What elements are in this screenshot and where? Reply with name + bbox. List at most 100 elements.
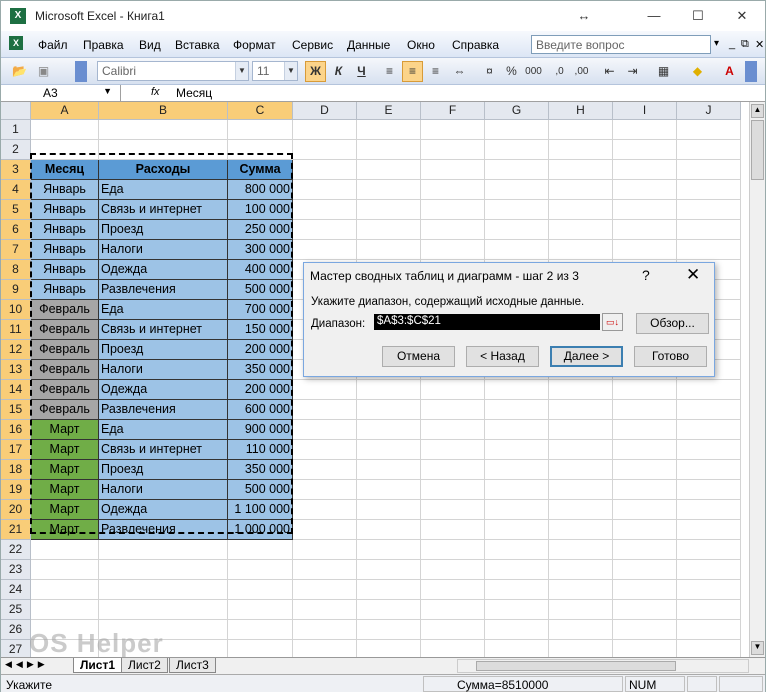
cell[interactable] [677,540,741,560]
row-header-19[interactable]: 19 [1,480,31,500]
cell[interactable] [613,200,677,220]
cell[interactable] [421,540,485,560]
cell[interactable] [485,220,549,240]
cell[interactable] [549,220,613,240]
cell[interactable] [677,440,741,460]
cell[interactable] [485,200,549,220]
cell[interactable] [357,640,421,657]
row-header-16[interactable]: 16 [1,420,31,440]
row-header-12[interactable]: 12 [1,340,31,360]
dialog-close-button[interactable]: ✕ [686,265,700,285]
table-cell[interactable]: Проезд [99,460,228,480]
cell[interactable] [228,640,293,657]
cell[interactable] [421,140,485,160]
cell[interactable] [421,380,485,400]
percent-icon[interactable]: % [501,61,522,82]
cell[interactable] [677,400,741,420]
cell[interactable] [421,460,485,480]
cell[interactable] [613,460,677,480]
cell[interactable] [677,160,741,180]
underline-button[interactable]: Ч [351,61,372,82]
cell[interactable] [421,240,485,260]
minimize-button[interactable]: — [639,6,669,26]
cell[interactable] [31,140,99,160]
cell[interactable] [549,160,613,180]
increase-indent-icon[interactable]: ⇥ [622,61,643,82]
cell[interactable] [421,640,485,657]
cell[interactable] [485,520,549,540]
row-header-17[interactable]: 17 [1,440,31,460]
cell[interactable] [549,200,613,220]
table-cell[interactable]: Налоги [99,240,228,260]
cell[interactable] [293,540,357,560]
cell[interactable] [677,620,741,640]
row-header-25[interactable]: 25 [1,600,31,620]
cell[interactable] [549,240,613,260]
italic-button[interactable]: К [328,61,349,82]
cell[interactable] [357,160,421,180]
cell[interactable] [293,500,357,520]
row-header-8[interactable]: 8 [1,260,31,280]
cell[interactable] [228,620,293,640]
cell[interactable] [613,180,677,200]
worksheet-grid[interactable]: A B C D E F G H I J 1 2 3 Месяц Расходы Сумма 4 Январь Еда… [1,102,749,657]
table-cell[interactable]: 900 000 [228,420,293,440]
table-cell[interactable]: Февраль [31,300,99,320]
row-header-27[interactable]: 27 [1,640,31,657]
cell[interactable] [357,240,421,260]
sheet-tab-2[interactable]: Лист2 [121,658,168,673]
cell[interactable] [549,480,613,500]
table-cell[interactable]: Налоги [99,360,228,380]
cell[interactable] [485,420,549,440]
cell[interactable] [549,520,613,540]
workbook-icon[interactable]: X [9,36,23,50]
row-header-20[interactable]: 20 [1,500,31,520]
table-cell[interactable]: Март [31,440,99,460]
sheet-tab-3[interactable]: Лист3 [169,658,216,673]
cell[interactable] [228,540,293,560]
toolbar-options-end-icon[interactable] [745,61,757,82]
table-cell[interactable]: Январь [31,180,99,200]
cell[interactable] [549,380,613,400]
cell[interactable] [421,400,485,420]
row-header-2[interactable]: 2 [1,140,31,160]
table-cell[interactable]: 110 000 [228,440,293,460]
table-cell[interactable]: Еда [99,180,228,200]
table-cell[interactable]: Январь [31,280,99,300]
cell[interactable] [228,580,293,600]
table-cell[interactable]: Одежда [99,500,228,520]
cell[interactable] [677,460,741,480]
table-cell[interactable]: 150 000 [228,320,293,340]
cell[interactable] [357,460,421,480]
cell[interactable] [31,120,99,140]
cell[interactable] [421,160,485,180]
table-header-cell[interactable]: Расходы [99,160,228,180]
table-cell[interactable]: Январь [31,220,99,240]
dialog-help-button[interactable]: ? [642,267,650,283]
row-header-10[interactable]: 10 [1,300,31,320]
cell[interactable] [613,600,677,620]
cell[interactable] [485,480,549,500]
cell[interactable] [485,240,549,260]
maximize-button[interactable]: ☐ [683,6,713,26]
cell[interactable] [677,640,741,657]
cell[interactable] [421,420,485,440]
cell[interactable] [293,420,357,440]
bold-button[interactable]: Ж [305,61,326,82]
cell[interactable] [293,120,357,140]
table-cell[interactable]: Еда [99,420,228,440]
cell[interactable] [357,220,421,240]
table-cell[interactable]: Март [31,480,99,500]
font-size-select[interactable]: 11 ▼ [252,61,298,81]
row-header-3[interactable]: 3 [1,160,31,180]
cell[interactable] [293,580,357,600]
cell[interactable] [357,520,421,540]
cell[interactable] [677,580,741,600]
cell[interactable] [549,640,613,657]
table-cell[interactable]: Связь и интернет [99,320,228,340]
cell[interactable] [613,380,677,400]
table-cell[interactable]: 800 000 [228,180,293,200]
cell[interactable] [421,200,485,220]
cell[interactable] [549,440,613,460]
cell[interactable] [677,140,741,160]
